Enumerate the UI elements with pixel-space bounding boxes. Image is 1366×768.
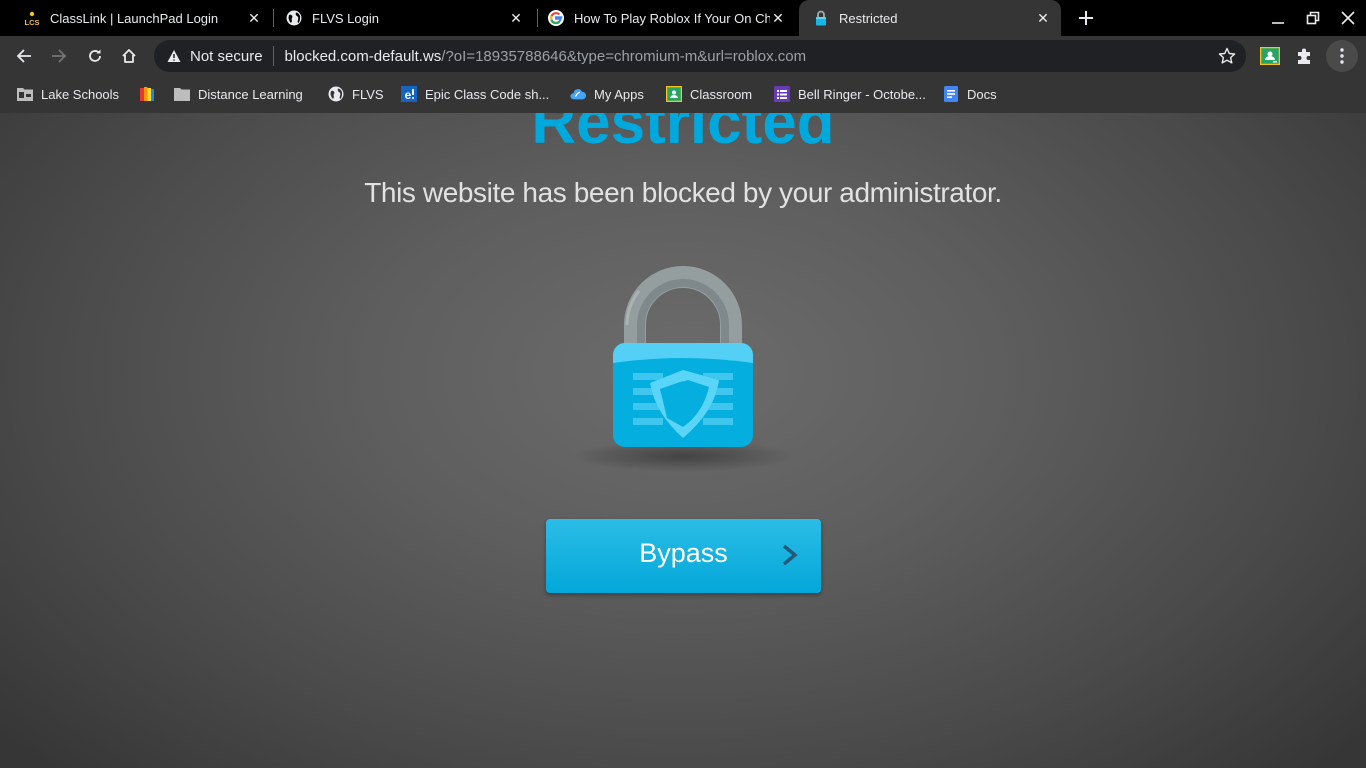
- back-button[interactable]: [10, 42, 38, 70]
- restore-icon: [1306, 11, 1320, 25]
- classroom-extension-button[interactable]: [1256, 42, 1284, 70]
- svg-text:LCS: LCS: [25, 18, 40, 26]
- globe-icon: [286, 10, 302, 26]
- tab-separator: [537, 9, 538, 27]
- arrow-right-icon: [52, 49, 67, 63]
- close-icon: [1341, 11, 1355, 25]
- minimize-button[interactable]: [1266, 6, 1290, 30]
- bookmark-label: My Apps: [594, 86, 644, 102]
- bookmark-label: FLVS: [352, 86, 384, 102]
- bookmark-label: Bell Ringer - Octobe...: [798, 86, 926, 102]
- tab-restricted[interactable]: Restricted ✕: [799, 0, 1061, 36]
- close-tab-icon[interactable]: ✕: [770, 10, 786, 26]
- google-icon: [548, 10, 564, 26]
- tab-flvs[interactable]: FLVS Login ✕: [278, 0, 532, 36]
- reload-icon: [89, 49, 101, 62]
- page-title: Restricted: [531, 113, 835, 157]
- google-classroom-icon: [666, 86, 682, 102]
- bookmark-flvs[interactable]: FLVS: [328, 84, 384, 104]
- forward-button[interactable]: [45, 42, 73, 70]
- tab-title: Restricted: [839, 10, 898, 26]
- bypass-button[interactable]: Bypass: [546, 519, 821, 593]
- lock-icon: [813, 10, 829, 26]
- address-bar[interactable]: Not secure blocked.com-default.ws/?oI=18…: [154, 40, 1246, 72]
- bookmark-classroom[interactable]: Classroom: [666, 84, 752, 104]
- tab-title: How To Play Roblox If Your On Chromebook: [574, 10, 770, 26]
- close-tab-icon[interactable]: ✕: [508, 10, 524, 26]
- close-window-button[interactable]: [1336, 6, 1360, 30]
- lcs-logo-icon: LCS: [24, 10, 40, 26]
- close-tab-icon[interactable]: ✕: [1035, 10, 1051, 26]
- url-host: blocked.com-default.ws: [284, 47, 442, 65]
- myapps-cloud-icon: [570, 86, 586, 102]
- minimize-icon: [1272, 22, 1284, 24]
- bookmark-label: Docs: [967, 86, 997, 102]
- tab-strip: LCS ClassLink | LaunchPad Login ✕ FLVS L…: [0, 0, 1366, 36]
- tab-title: FLVS Login: [312, 10, 379, 26]
- divider: [272, 46, 274, 66]
- tab-separator: [273, 9, 274, 27]
- blocked-page: Restricted This website has been blocked…: [0, 113, 1366, 768]
- url-text[interactable]: blocked.com-default.ws/?oI=18935788646&t…: [285, 48, 807, 65]
- folder-icon: [174, 86, 190, 102]
- toolbar: Not secure blocked.com-default.ws/?oI=18…: [0, 36, 1366, 76]
- arrow-left-icon: [16, 49, 31, 63]
- colorful-book-icon: [139, 86, 155, 102]
- google-docs-icon: [943, 86, 959, 102]
- bookmark-epic[interactable]: e Epic Class Code sh...: [401, 84, 549, 104]
- reload-button[interactable]: [81, 42, 109, 70]
- bypass-label: Bypass: [639, 538, 728, 568]
- plus-icon: [1079, 11, 1093, 25]
- bookmark-label: Distance Learning: [198, 86, 303, 102]
- bookmark-colorful[interactable]: [139, 84, 163, 104]
- blocked-message: This website has been blocked by your ad…: [364, 177, 1002, 208]
- bookmark-my-apps[interactable]: My Apps: [570, 84, 644, 104]
- home-button[interactable]: [115, 42, 143, 70]
- warning-icon: [167, 50, 181, 62]
- home-icon: [122, 49, 136, 63]
- restore-button[interactable]: [1301, 6, 1325, 30]
- google-forms-icon: [774, 86, 790, 102]
- bookmark-distance-learning[interactable]: Distance Learning: [174, 84, 303, 104]
- chevron-right-icon: [782, 544, 798, 566]
- bookmark-label: Classroom: [690, 86, 753, 102]
- folder-building-icon: [17, 86, 33, 102]
- epic-icon: e: [401, 86, 417, 102]
- puzzle-piece-icon: [1298, 48, 1310, 64]
- bookmark-lake-schools[interactable]: Lake Schools: [17, 84, 119, 104]
- padlock-icon: [571, 266, 795, 472]
- bookmark-label: Lake Schools: [41, 86, 120, 102]
- url-path: /?oI=18935788646&type=chromium-m&url=rob…: [441, 47, 807, 65]
- google-classroom-icon: [1260, 47, 1280, 65]
- bookmark-label: Epic Class Code sh...: [425, 86, 550, 102]
- new-tab-button[interactable]: [1074, 6, 1098, 30]
- bookmark-star-icon[interactable]: [1218, 47, 1236, 65]
- browser-menu-button[interactable]: [1326, 40, 1358, 72]
- globe-icon: [328, 86, 344, 102]
- bookmark-docs[interactable]: Docs: [943, 84, 997, 104]
- tab-roblox-search[interactable]: How To Play Roblox If Your On Chromebook…: [540, 0, 796, 36]
- kebab-menu-icon: [1340, 48, 1344, 64]
- extensions-button[interactable]: [1291, 42, 1319, 70]
- bookmarks-bar: Lake Schools Distance Learning FLVS e Ep…: [0, 76, 1366, 113]
- svg-text:e: e: [405, 88, 412, 102]
- tab-title: ClassLink | LaunchPad Login: [50, 10, 219, 26]
- close-tab-icon[interactable]: ✕: [246, 10, 262, 26]
- security-status[interactable]: Not secure: [190, 48, 263, 65]
- bookmark-bell-ringer[interactable]: Bell Ringer - Octobe...: [774, 84, 926, 104]
- tab-classlink[interactable]: LCS ClassLink | LaunchPad Login ✕: [16, 0, 268, 36]
